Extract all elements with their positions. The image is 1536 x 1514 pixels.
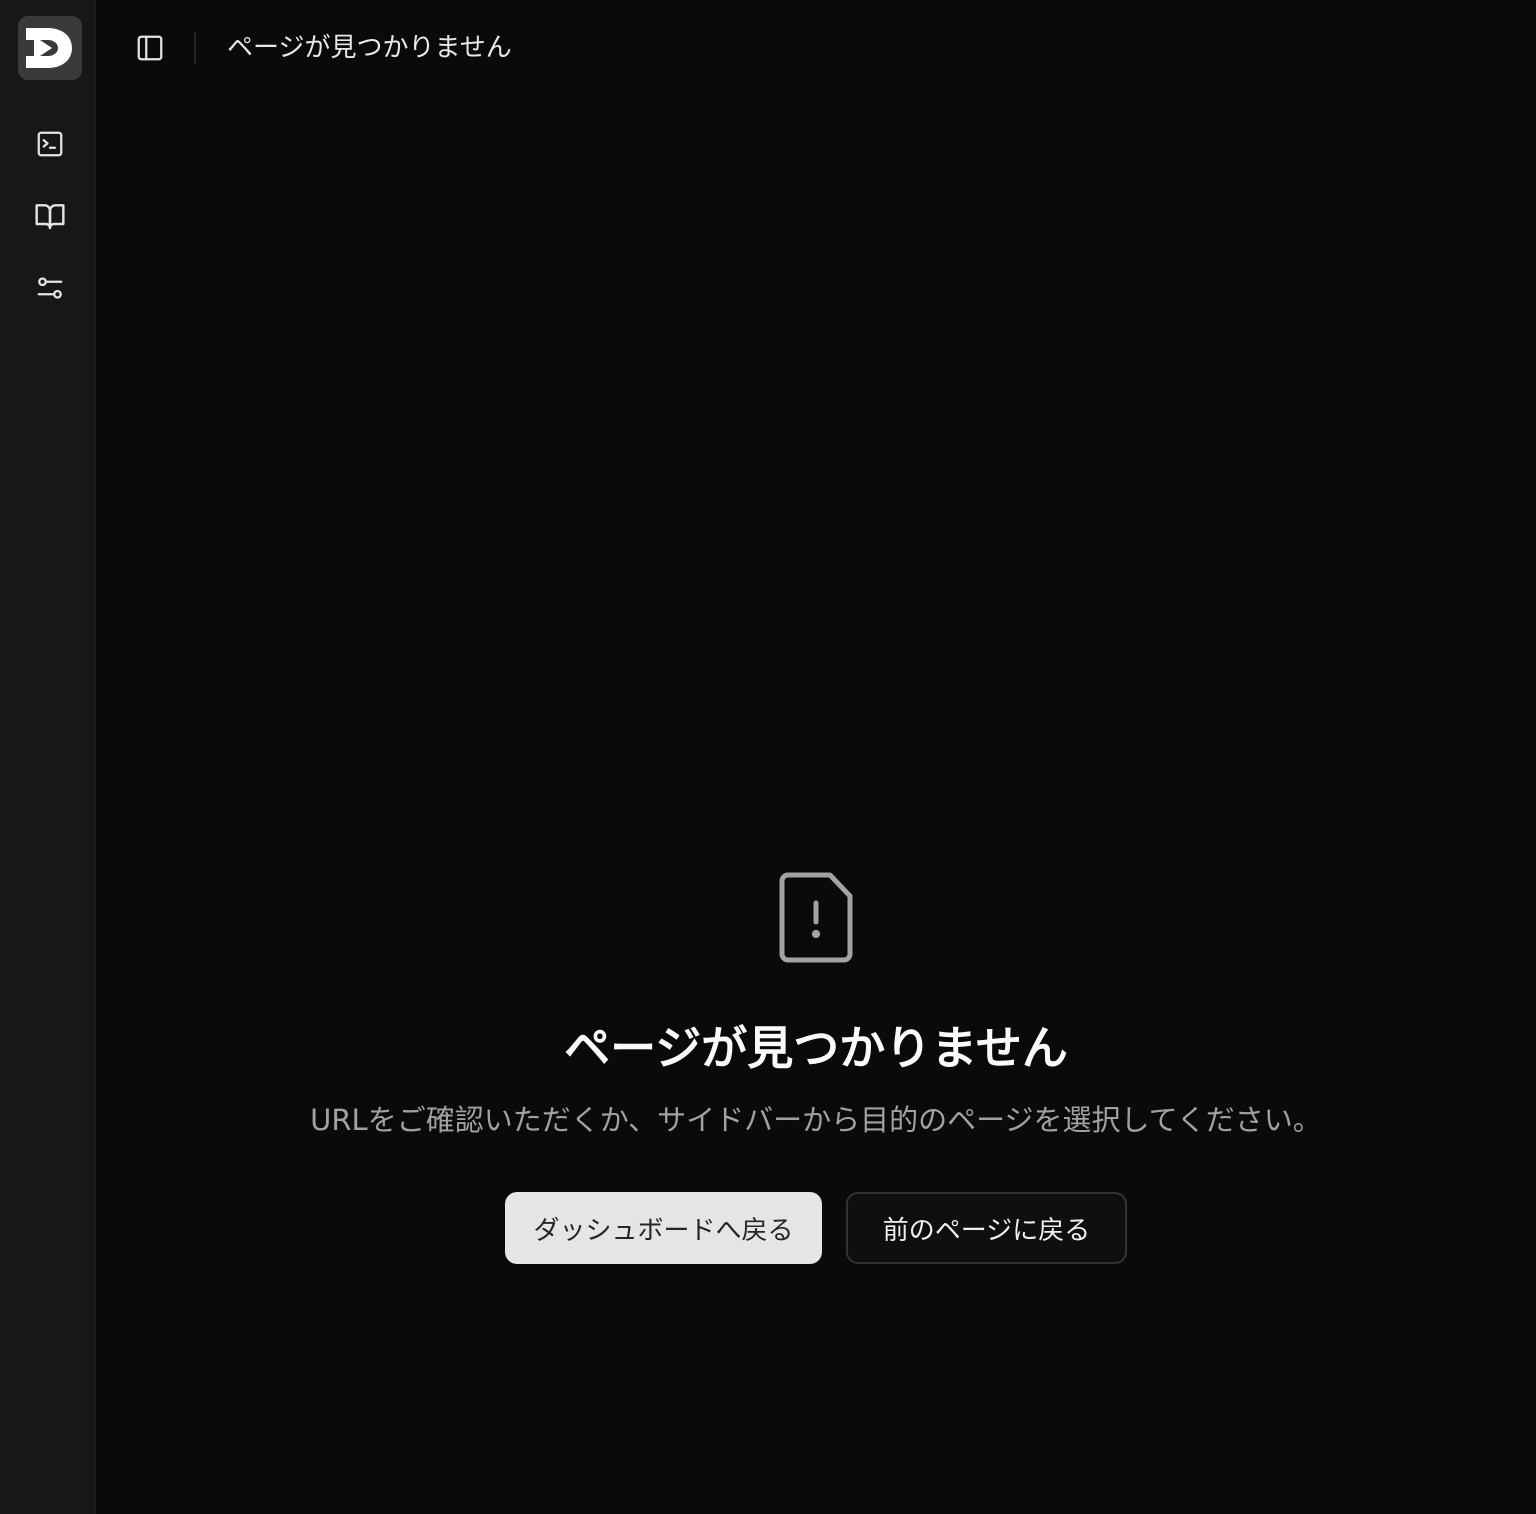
sidebar xyxy=(0,0,96,1514)
book-open-icon xyxy=(35,204,65,230)
header-divider xyxy=(194,32,196,64)
go-back-button[interactable]: 前のページに戻る xyxy=(846,1192,1127,1264)
page-title: ページが見つかりません xyxy=(227,33,512,63)
top-bar: ページが見つかりません xyxy=(96,0,1536,96)
toggle-sidebar-button[interactable] xyxy=(126,24,174,72)
not-found-description: URLをご確認いただくか、サイドバーから目的のページを選択してください。 xyxy=(310,1103,1322,1137)
logo-d-icon xyxy=(26,28,72,68)
app-root: ページが見つかりません ページが見つかりません URLをご確認いただくか、サイド… xyxy=(0,0,1536,1514)
sidebar-item-settings[interactable] xyxy=(26,264,74,312)
panel-left-icon xyxy=(137,35,163,61)
sidebar-item-terminal[interactable] xyxy=(26,120,74,168)
sidebar-item-docs[interactable] xyxy=(26,192,74,240)
file-alert-icon xyxy=(776,870,856,966)
app-logo[interactable] xyxy=(18,16,82,80)
not-found-panel: ページが見つかりません URLをご確認いただくか、サイドバーから目的のページを選… xyxy=(96,870,1536,1264)
action-buttons: ダッシュボードへ戻る 前のページに戻る xyxy=(505,1192,1127,1264)
back-to-dashboard-button[interactable]: ダッシュボードへ戻る xyxy=(505,1192,822,1264)
terminal-icon xyxy=(37,131,63,157)
not-found-title: ページが見つかりません xyxy=(564,1021,1068,1075)
sliders-icon xyxy=(37,277,63,299)
